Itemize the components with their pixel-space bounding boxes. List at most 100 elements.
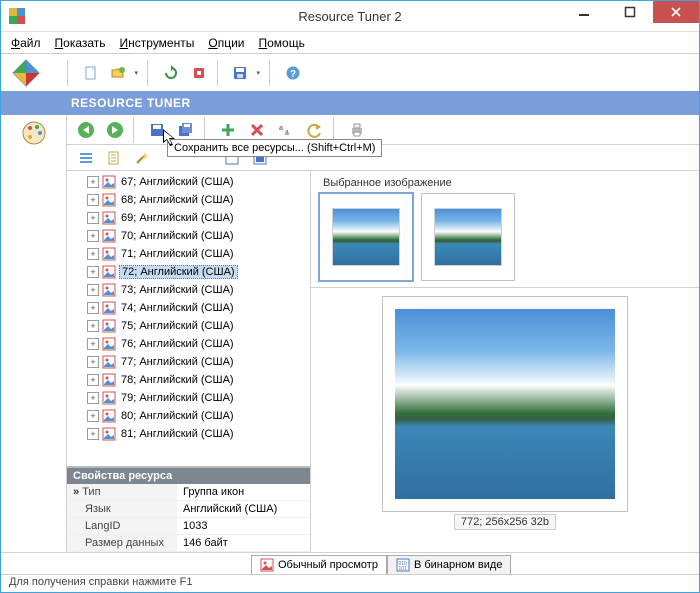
tree-expand-icon[interactable]: +: [87, 338, 99, 350]
help-button[interactable]: ?: [281, 61, 305, 85]
tree-expand-icon[interactable]: +: [87, 320, 99, 332]
icon-resource-icon: [102, 193, 116, 207]
undo-button[interactable]: [302, 118, 328, 142]
tree-expand-icon[interactable]: +: [87, 284, 99, 296]
thumbnail[interactable]: [421, 193, 515, 281]
content-area: aä Сохранить все ресурсы... (Shift+Ctrl+…: [67, 115, 699, 552]
resource-tree[interactable]: +67; Английский (США)+68; Английский (СШ…: [67, 171, 310, 466]
tree-expand-icon[interactable]: +: [87, 428, 99, 440]
delete-resource-button[interactable]: [244, 118, 270, 142]
menu-options[interactable]: Опции: [202, 34, 250, 52]
menu-help[interactable]: Помощь: [252, 34, 310, 52]
action-list-icon[interactable]: [73, 146, 99, 170]
close-button[interactable]: [653, 1, 699, 23]
tree-expand-icon[interactable]: +: [87, 302, 99, 314]
tree-expand-icon[interactable]: +: [87, 410, 99, 422]
save-button[interactable]: [229, 61, 263, 85]
icon-resource-icon: [102, 409, 116, 423]
tree-expand-icon[interactable]: +: [87, 356, 99, 368]
tab-binary-view[interactable]: 010101 В бинарном виде: [387, 555, 511, 574]
secondary-toolbar: aä Сохранить все ресурсы... (Shift+Ctrl+…: [67, 115, 699, 145]
set-lang-button[interactable]: aä: [273, 118, 299, 142]
prop-key: LangID: [67, 518, 177, 535]
tab-label: Обычный просмотр: [278, 559, 378, 571]
tree-expand-icon[interactable]: +: [87, 194, 99, 206]
app-logo-icon: [9, 8, 25, 24]
tree-row[interactable]: +73; Английский (США): [71, 281, 310, 299]
print-button[interactable]: [344, 118, 370, 142]
menu-file[interactable]: Файл: [5, 34, 47, 52]
tree-expand-icon[interactable]: +: [87, 212, 99, 224]
open-file-button[interactable]: [107, 61, 141, 85]
menu-tools[interactable]: Инструменты: [114, 34, 201, 52]
large-preview[interactable]: 772; 256x256 32b: [311, 288, 699, 552]
svg-text:?: ?: [290, 69, 296, 80]
nav-back-button[interactable]: [73, 118, 99, 142]
icon-resource-icon: [102, 337, 116, 351]
tree-item-label: 67; Английский (США): [119, 176, 236, 188]
icon-resource-icon: [102, 265, 116, 279]
maximize-button[interactable]: [607, 1, 653, 23]
refresh-button[interactable]: [159, 61, 183, 85]
tree-row[interactable]: +81; Английский (США): [71, 425, 310, 443]
tree-row[interactable]: +68; Английский (США): [71, 191, 310, 209]
tree-expand-icon[interactable]: +: [87, 248, 99, 260]
tree-row[interactable]: +75; Английский (США): [71, 317, 310, 335]
action-doc-icon[interactable]: [101, 146, 127, 170]
menubar: Файл Показать Инструменты Опции Помощь: [1, 31, 699, 53]
app-logo-large-icon: [5, 57, 47, 89]
binary-icon: 010101: [396, 558, 410, 572]
prop-value: Английский (США): [177, 501, 310, 518]
prop-value: 146 байт: [177, 535, 310, 552]
main-area: aä Сохранить все ресурсы... (Shift+Ctrl+…: [1, 115, 699, 552]
palette-icon[interactable]: [20, 119, 48, 147]
tree-item-label: 72; Английский (США): [119, 265, 238, 279]
tree-item-label: 74; Английский (США): [119, 302, 236, 314]
tree-row[interactable]: +71; Английский (США): [71, 245, 310, 263]
tree-row[interactable]: +80; Английский (США): [71, 407, 310, 425]
tree-item-label: 69; Английский (США): [119, 212, 236, 224]
preview-frame: [382, 296, 628, 512]
landscape-preview-icon: [434, 208, 502, 266]
tree-expand-icon[interactable]: +: [87, 230, 99, 242]
tree-row[interactable]: +69; Английский (США): [71, 209, 310, 227]
tree-row[interactable]: +79; Английский (США): [71, 389, 310, 407]
thumbnail[interactable]: [319, 193, 413, 281]
icon-resource-icon: [102, 229, 116, 243]
tree-row[interactable]: +74; Английский (США): [71, 299, 310, 317]
tree-item-label: 81; Английский (США): [119, 428, 236, 440]
minimize-button[interactable]: [561, 1, 607, 23]
image-icon: [260, 558, 274, 572]
tree-row[interactable]: +76; Английский (США): [71, 335, 310, 353]
new-file-button[interactable]: [79, 61, 103, 85]
save-all-resources-button[interactable]: [173, 118, 199, 142]
tree-expand-icon[interactable]: +: [87, 374, 99, 386]
tree-row[interactable]: +78; Английский (США): [71, 371, 310, 389]
tree-expand-icon[interactable]: +: [87, 392, 99, 404]
toolbar-divider: [67, 60, 73, 86]
tree-row[interactable]: +77; Английский (США): [71, 353, 310, 371]
prop-key: Язык: [67, 501, 177, 518]
tree-expand-icon[interactable]: +: [87, 176, 99, 188]
tab-normal-view[interactable]: Обычный просмотр: [251, 555, 387, 574]
save-resource-button[interactable]: [144, 118, 170, 142]
action-wand-icon[interactable]: [129, 146, 155, 170]
panes: +67; Английский (США)+68; Английский (СШ…: [67, 171, 699, 552]
tree-expand-icon[interactable]: +: [87, 266, 99, 278]
stop-button[interactable]: [187, 61, 211, 85]
menu-view[interactable]: Показать: [49, 34, 112, 52]
tree-item-label: 78; Английский (США): [119, 374, 236, 386]
tree-row[interactable]: +72; Английский (США): [71, 263, 310, 281]
tree-row[interactable]: +67; Английский (США): [71, 173, 310, 191]
properties-header: Свойства ресурса: [67, 468, 310, 484]
window-controls: [561, 1, 699, 23]
icon-resource-icon: [102, 301, 116, 315]
properties-panel: Свойства ресурса ТипГруппа иконЯзыкАнгли…: [67, 466, 310, 552]
add-resource-button[interactable]: [215, 118, 241, 142]
main-toolbar: ?: [1, 53, 699, 91]
tree-row[interactable]: +70; Английский (США): [71, 227, 310, 245]
landscape-preview-icon: [395, 309, 615, 499]
nav-forward-button[interactable]: [102, 118, 128, 142]
icon-resource-icon: [102, 355, 116, 369]
svg-text:101: 101: [398, 566, 407, 572]
